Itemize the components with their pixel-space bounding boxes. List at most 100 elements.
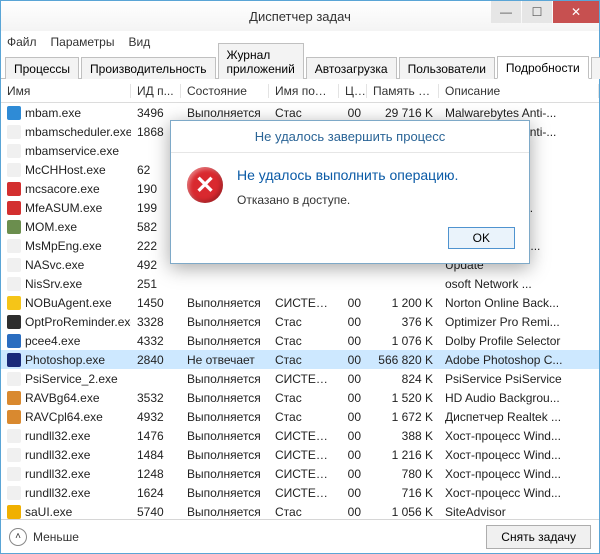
process-user: Стас (269, 106, 339, 120)
process-status: Выполняется (181, 486, 269, 500)
process-name: Photoshop.exe (25, 353, 105, 367)
error-icon: ✕ (187, 167, 223, 203)
process-mem: 1 216 K (367, 448, 439, 462)
tab-1[interactable]: Производительность (81, 57, 215, 79)
maximize-button[interactable]: ☐ (522, 1, 552, 23)
fewer-details-button[interactable]: ˄ Меньше (9, 528, 79, 546)
process-cpu: 00 (339, 372, 367, 386)
process-pid: 1476 (131, 429, 181, 443)
process-status: Выполняется (181, 296, 269, 310)
process-status: Не отвечает (181, 353, 269, 367)
process-pid: 3496 (131, 106, 181, 120)
process-row[interactable]: pcee4.exe4332ВыполняетсяСтас001 076 KDol… (1, 331, 599, 350)
tab-0[interactable]: Процессы (5, 57, 79, 79)
process-name: MOM.exe (25, 220, 77, 234)
process-status: Выполняется (181, 429, 269, 443)
process-row[interactable]: OptProReminder.exe3328ВыполняетсяСтас003… (1, 312, 599, 331)
dialog-ok-button[interactable]: OK (448, 227, 515, 249)
process-cpu: 00 (339, 391, 367, 405)
process-icon (7, 182, 21, 196)
process-icon (7, 239, 21, 253)
process-pid: 3532 (131, 391, 181, 405)
process-icon (7, 125, 21, 139)
process-cpu: 00 (339, 448, 367, 462)
process-mem: 1 076 K (367, 334, 439, 348)
process-status: Выполняется (181, 334, 269, 348)
process-desc: Adobe Photoshop C... (439, 353, 599, 367)
process-user: СИСТЕМА (269, 486, 339, 500)
process-user: Стас (269, 391, 339, 405)
process-row[interactable]: Photoshop.exe2840Не отвечаетСтас00566 82… (1, 350, 599, 369)
process-desc: Хост-процесс Wind... (439, 448, 599, 462)
menu-file[interactable]: Файл (7, 35, 37, 49)
tab-3[interactable]: Автозагрузка (306, 57, 397, 79)
process-icon (7, 372, 21, 386)
process-desc: Хост-процесс Wind... (439, 467, 599, 481)
process-cpu: 00 (339, 505, 367, 519)
tab-4[interactable]: Пользователи (399, 57, 495, 79)
process-row[interactable]: NOBuAgent.exe1450ВыполняетсяСИСТЕМА001 2… (1, 293, 599, 312)
col-desc[interactable]: Описание (439, 84, 599, 98)
process-name: mbamservice.exe (25, 144, 119, 158)
process-status: Выполняется (181, 410, 269, 424)
process-mem: 824 K (367, 372, 439, 386)
process-pid: 4332 (131, 334, 181, 348)
tab-2[interactable]: Журнал приложений (218, 43, 304, 79)
process-row[interactable]: rundll32.exe1248ВыполняетсяСИСТЕМА00780 … (1, 464, 599, 483)
process-mem: 566 820 K (367, 353, 439, 367)
process-name: PsiService_2.exe (25, 372, 118, 386)
process-desc: Dolby Profile Selector (439, 334, 599, 348)
col-cpu[interactable]: ЦП (339, 84, 367, 98)
tab-5[interactable]: Подробности (497, 56, 589, 79)
process-row[interactable]: NisSrv.exe251osoft Network ... (1, 274, 599, 293)
process-icon (7, 467, 21, 481)
tab-strip: ПроцессыПроизводительностьЖурнал приложе… (1, 53, 599, 79)
col-user[interactable]: Имя польз... (269, 84, 339, 98)
process-name: NisSrv.exe (25, 277, 82, 291)
process-row[interactable]: PsiService_2.exeВыполняетсяСИСТЕМА00824 … (1, 369, 599, 388)
process-pid: 5740 (131, 505, 181, 519)
process-name: mbam.exe (25, 106, 81, 120)
end-task-button[interactable]: Снять задачу (486, 525, 591, 549)
process-icon (7, 505, 21, 519)
task-manager-window: Диспетчер задач — ☐ ✕ Файл Параметры Вид… (0, 0, 600, 554)
col-status[interactable]: Состояние (181, 84, 269, 98)
process-row[interactable]: rundll32.exe1476ВыполняетсяСИСТЕМА00388 … (1, 426, 599, 445)
col-name[interactable]: Имя (1, 84, 131, 98)
column-headers[interactable]: Имя ИД п... Состояние Имя польз... ЦП Па… (1, 79, 599, 103)
process-icon (7, 486, 21, 500)
process-icon (7, 429, 21, 443)
process-status: Выполняется (181, 505, 269, 519)
process-name: MfeASUM.exe (25, 201, 102, 215)
chevron-up-icon: ˄ (9, 528, 27, 546)
process-name: rundll32.exe (25, 467, 90, 481)
process-name: MsMpEng.exe (25, 239, 102, 253)
process-row[interactable]: RAVCpl64.exe4932ВыполняетсяСтас001 672 K… (1, 407, 599, 426)
menu-options[interactable]: Параметры (51, 35, 115, 49)
menu-view[interactable]: Вид (128, 35, 150, 49)
process-status: Выполняется (181, 106, 269, 120)
process-icon (7, 277, 21, 291)
process-user: СИСТЕМА (269, 429, 339, 443)
process-row[interactable]: saUI.exe5740ВыполняетсяСтас001 056 KSite… (1, 502, 599, 519)
minimize-button[interactable]: — (491, 1, 521, 23)
process-desc: Диспетчер Realtek ... (439, 410, 599, 424)
close-button[interactable]: ✕ (553, 1, 599, 23)
process-desc: Optimizer Pro Remi... (439, 315, 599, 329)
process-desc: Хост-процесс Wind... (439, 429, 599, 443)
process-status: Выполняется (181, 315, 269, 329)
col-mem[interactable]: Память (ч... (367, 84, 439, 98)
process-row[interactable]: rundll32.exe1624ВыполняетсяСИСТЕМА00716 … (1, 483, 599, 502)
tab-6[interactable]: С (591, 57, 600, 79)
process-row[interactable]: rundll32.exe1484ВыполняетсяСИСТЕМА001 21… (1, 445, 599, 464)
col-pid[interactable]: ИД п... (131, 84, 181, 98)
process-user: СИСТЕМА (269, 372, 339, 386)
process-icon (7, 353, 21, 367)
process-row[interactable]: RAVBg64.exe3532ВыполняетсяСтас001 520 KH… (1, 388, 599, 407)
process-cpu: 00 (339, 353, 367, 367)
process-icon (7, 220, 21, 234)
process-status: Выполняется (181, 467, 269, 481)
process-mem: 716 K (367, 486, 439, 500)
titlebar[interactable]: Диспетчер задач — ☐ ✕ (1, 1, 599, 31)
process-name: RAVCpl64.exe (25, 410, 103, 424)
